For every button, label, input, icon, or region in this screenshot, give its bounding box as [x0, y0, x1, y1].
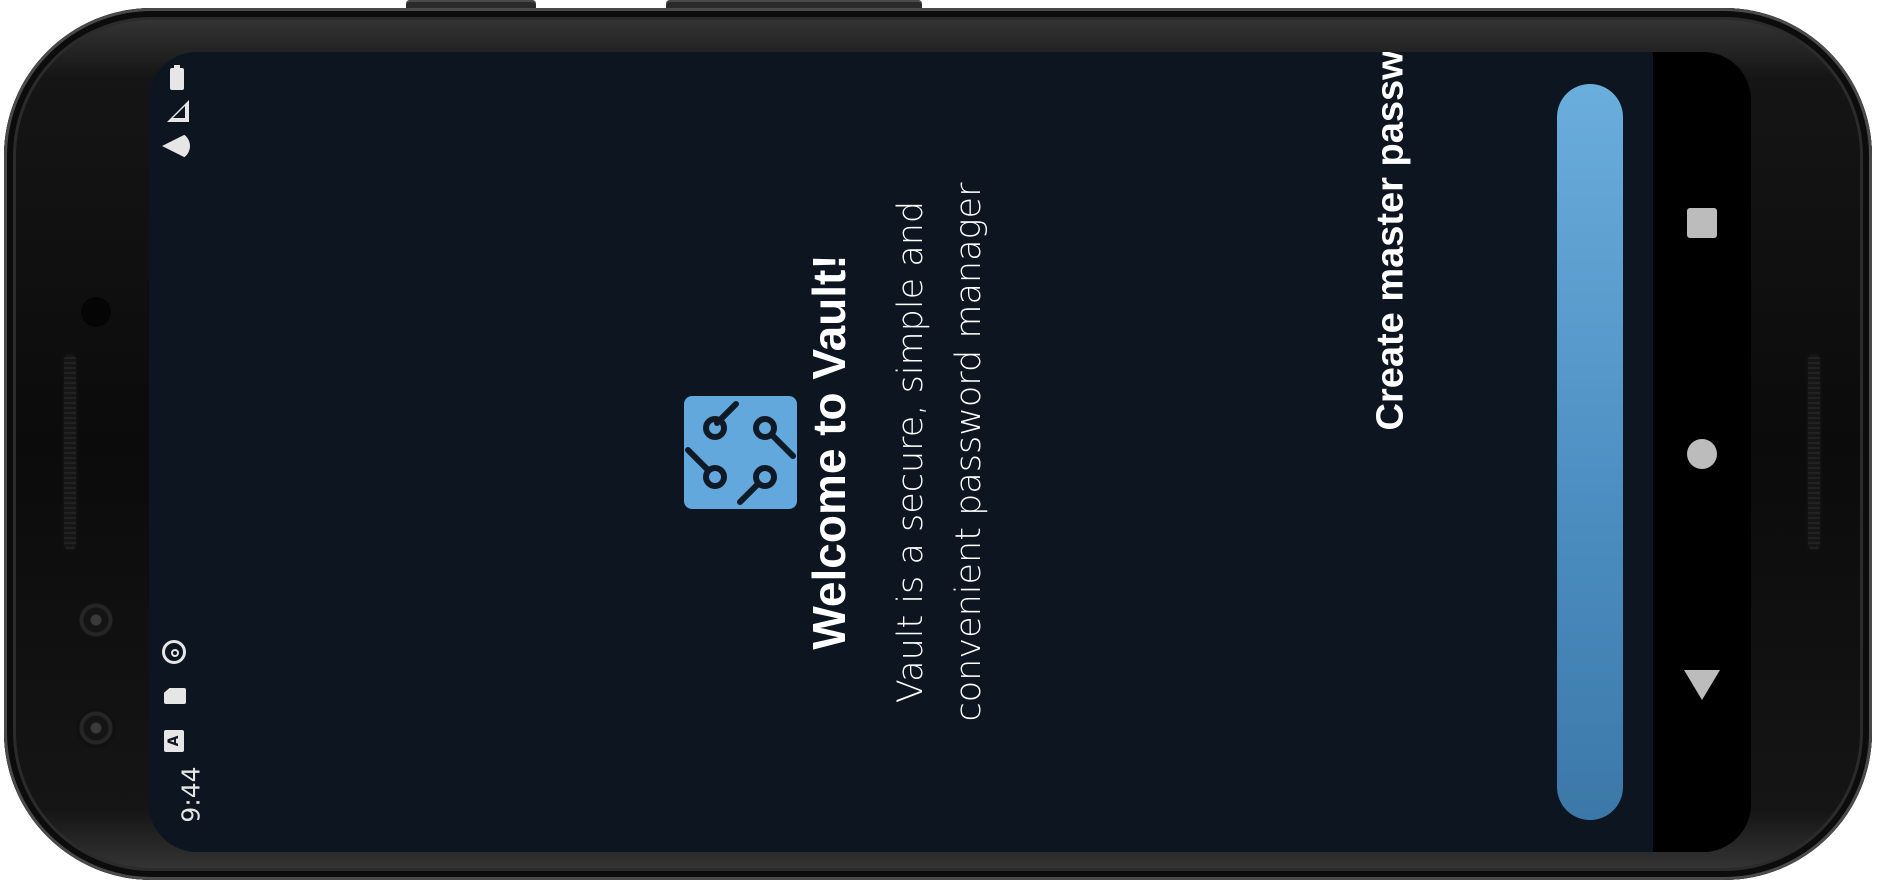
device-screen: A 9:44 Welcome to Vault! Vault is a secu…	[149, 52, 1751, 852]
app-logo-icon	[684, 396, 797, 509]
keyboard-a-icon: A	[164, 730, 184, 752]
wifi-icon	[162, 132, 190, 160]
status-time: 9:44	[176, 766, 206, 823]
system-nav-bar	[1653, 52, 1751, 852]
back-triangle-icon[interactable]	[1684, 670, 1720, 700]
create-master-password-label: Create master password	[1369, 52, 1412, 431]
welcome-title-text: Welcome to Vault!	[803, 254, 855, 650]
subtitle-line-1: Vault is a secure, simple and	[891, 200, 931, 704]
sync-icon	[162, 640, 186, 664]
front-camera-secondary	[76, 708, 116, 748]
device-stage: A 9:44 Welcome to Vault! Vault is a secu…	[0, 0, 1880, 888]
battery-icon	[170, 65, 184, 90]
proximity-sensor	[81, 297, 111, 327]
circuit-logo-icon	[685, 401, 796, 505]
front-camera	[76, 600, 116, 640]
signal-icon	[167, 100, 189, 122]
speaker-grille-right	[1806, 352, 1822, 552]
recents-square-icon[interactable]	[1687, 208, 1717, 238]
phone-frame: A 9:44 Welcome to Vault! Vault is a secu…	[4, 8, 1872, 880]
sd-card-icon	[164, 688, 186, 704]
home-circle-icon[interactable]	[1687, 439, 1717, 469]
create-master-password-button[interactable]: Create master password	[1369, 52, 1623, 820]
speaker-grille-left	[62, 352, 78, 552]
subtitle-line-2: convenient password manager	[949, 182, 989, 722]
